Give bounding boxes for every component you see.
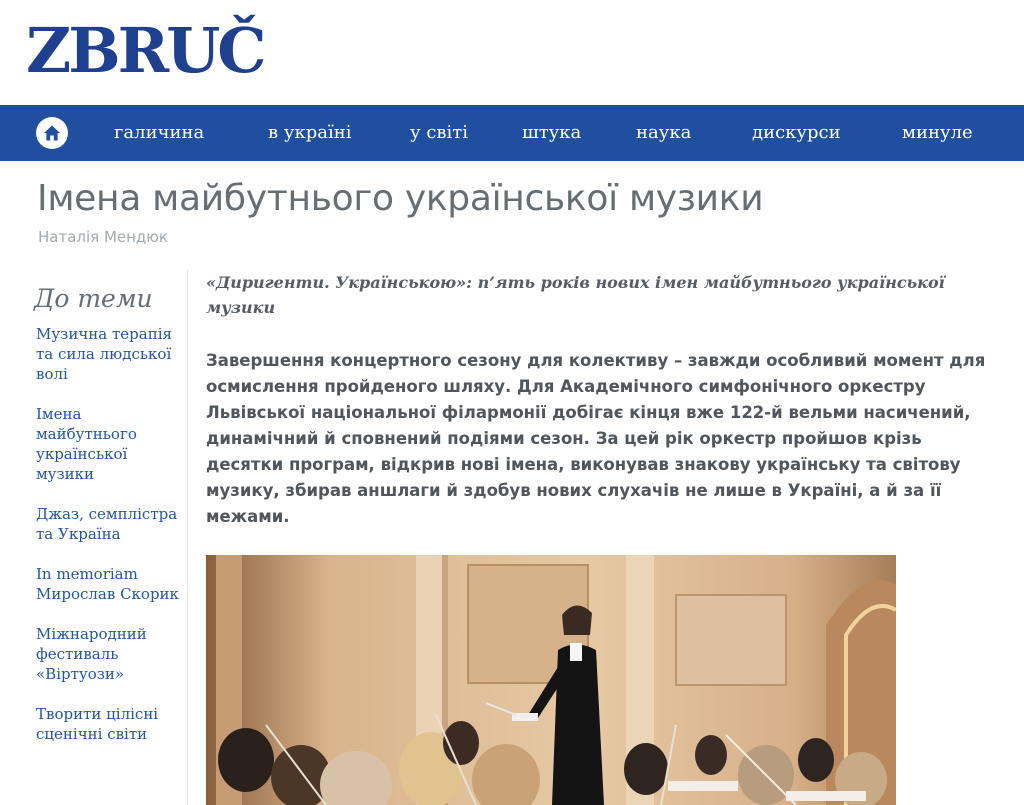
nav-item-v-ukraini[interactable]: в україні: [268, 105, 351, 161]
home-button[interactable]: [36, 117, 68, 149]
nav-item-u-sviti[interactable]: у світі: [410, 105, 468, 161]
article-author[interactable]: Наталія Мендюк: [38, 228, 168, 246]
related-link[interactable]: Імена майбутнього української музики: [36, 404, 186, 484]
related-heading: До теми: [34, 284, 153, 313]
article-lead: «Диригенти. Українською»: п’ять років но…: [206, 273, 945, 317]
list-item: Джаз, семплістра та Україна: [36, 504, 186, 544]
sidebar-divider: [187, 270, 188, 805]
nav-item-dyskursy[interactable]: дискурси: [752, 105, 841, 161]
home-icon: [44, 125, 60, 141]
main-nav: галичина в україні у світі штука наука д…: [0, 105, 1024, 161]
article-intro: Завершення концертного сезону для колект…: [206, 351, 986, 526]
article-photo: [206, 555, 896, 805]
site-logo[interactable]: ZBRUČ: [24, 14, 264, 82]
nav-item-mynule[interactable]: минуле: [902, 105, 973, 161]
list-item: Міжнародний фестиваль «Віртуози»: [36, 624, 186, 684]
nav-item-halychyna[interactable]: галичина: [114, 105, 204, 161]
related-sidebar: До теми Музична терапія та сила людської…: [0, 270, 190, 805]
nav-item-shtuka[interactable]: штука: [522, 105, 581, 161]
list-item: Творити цілісні сценічні світи: [36, 704, 186, 744]
logo-text: ZBRUČ: [26, 14, 264, 82]
related-list: Музична терапія та сила людської волі Ім…: [36, 324, 186, 764]
related-link[interactable]: Міжнародний фестиваль «Віртуози»: [36, 624, 186, 684]
list-item: Імена майбутнього української музики: [36, 404, 186, 484]
nav-item-nauka[interactable]: наука: [636, 105, 691, 161]
list-item: Музична терапія та сила людської волі: [36, 324, 186, 384]
related-link[interactable]: Музична терапія та сила людської волі: [36, 324, 186, 384]
related-link[interactable]: Джаз, семплістра та Україна: [36, 504, 186, 544]
related-link[interactable]: Творити цілісні сценічні світи: [36, 704, 186, 744]
related-link[interactable]: In memoriam Мирослав Скорик: [36, 564, 186, 604]
list-item: In memoriam Мирослав Скорик: [36, 564, 186, 604]
article-title: Імена майбутнього української музики: [37, 178, 764, 219]
